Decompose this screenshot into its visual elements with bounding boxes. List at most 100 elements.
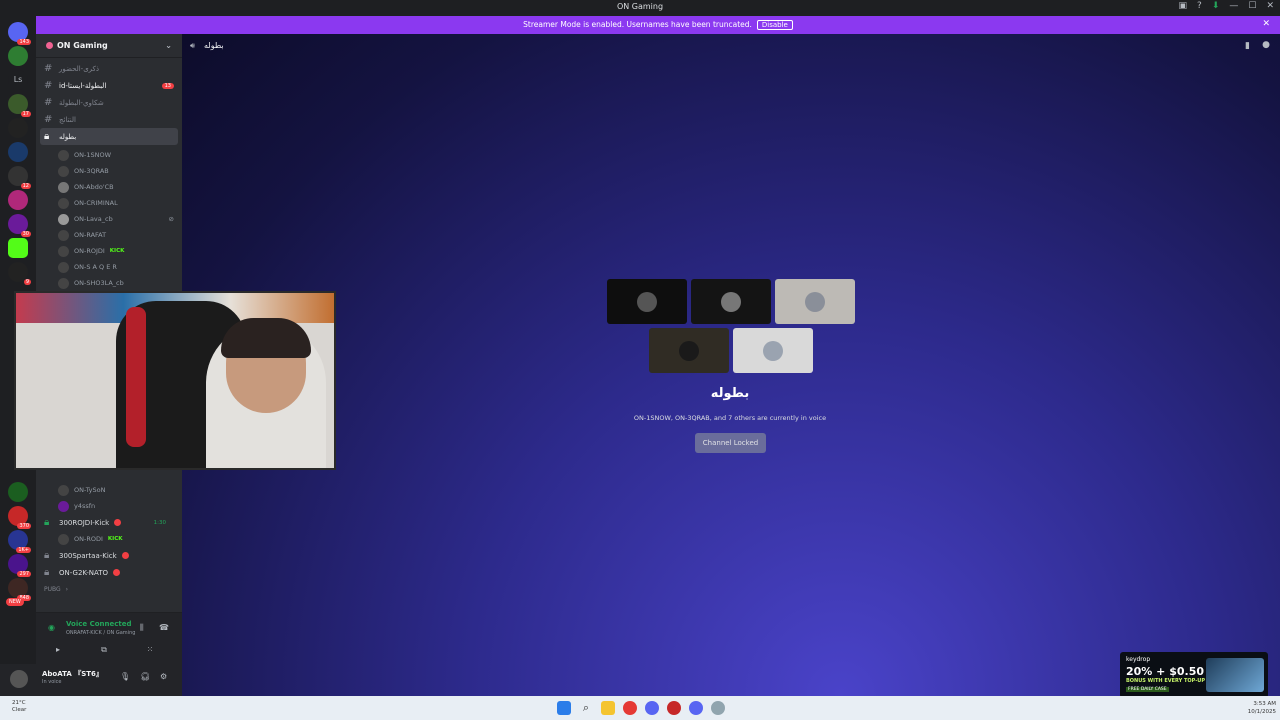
start-icon[interactable]: [557, 701, 571, 715]
voice-user[interactable]: ON-1SNOW: [36, 147, 182, 163]
search-icon[interactable]: ⌕: [579, 701, 593, 715]
voice-channel[interactable]: 🔒︎ ON-G2K-NATO: [36, 564, 182, 581]
disable-button[interactable]: Disable: [756, 20, 793, 30]
guild-header[interactable]: ON Gaming ⌄: [36, 34, 182, 58]
server-icon[interactable]: 370: [8, 506, 31, 529]
server-icon[interactable]: [8, 142, 28, 162]
taskbar: 21°C Clear ⌕ 3:53 AM 10/1/2025: [0, 696, 1280, 720]
hair: [221, 318, 311, 358]
participant-tile[interactable]: [733, 328, 813, 373]
server-ls[interactable]: Ls: [8, 70, 28, 90]
channel-item[interactable]: # id-البطولة-ايستا 13: [36, 77, 182, 94]
settings-gear-icon[interactable]: ⚙: [160, 672, 167, 681]
banner-close-icon[interactable]: ✕: [1262, 19, 1270, 29]
chrome-icon[interactable]: [623, 701, 637, 715]
server-icon[interactable]: 30: [8, 214, 31, 237]
server-icon[interactable]: 848: [8, 578, 31, 601]
avatar: [58, 149, 69, 161]
muted-icon: ⊘: [168, 215, 174, 223]
weather-widget[interactable]: 21°C Clear: [12, 700, 26, 714]
maximize-icon[interactable]: ☐: [1248, 1, 1256, 11]
voice-user[interactable]: ON-Abdo'CB: [36, 179, 182, 195]
camera-icon[interactable]: ▸: [36, 645, 80, 654]
hash-icon: #: [44, 97, 53, 108]
activities-icon[interactable]: ⁙: [128, 645, 172, 654]
user-status: In voice: [42, 679, 62, 685]
hash-icon: #: [44, 114, 53, 125]
avatar: [58, 197, 69, 209]
participant-tile[interactable]: [607, 279, 687, 324]
mic-icon[interactable]: 🎙︎: [120, 672, 130, 681]
participant-tile[interactable]: [649, 328, 729, 373]
stage-title: بطوله: [710, 386, 750, 401]
voice-user[interactable]: ON-3QRAB: [36, 163, 182, 179]
voice-user[interactable]: ON-RODI KICK: [36, 531, 182, 547]
avatar: [58, 229, 69, 241]
avatar: [637, 291, 657, 312]
disconnect-icon[interactable]: ☎: [159, 623, 169, 632]
discord-icon[interactable]: [645, 701, 659, 715]
voice-user[interactable]: ON-SHO3LA_cb: [36, 275, 182, 291]
server-icon[interactable]: [8, 482, 28, 502]
screenshare-icon[interactable]: ⧉: [82, 645, 126, 655]
channel-item[interactable]: # شكاوي-البطولة: [36, 94, 182, 111]
user-panel: AboATA 『ST6』 In voice 🎙︎ 🎧︎ ⚙: [0, 664, 182, 696]
help-icon[interactable]: ?: [1197, 1, 1202, 11]
promo-sub: BONUS WITH EVERY TOP-UP: [1126, 678, 1206, 684]
participant-tile[interactable]: [691, 279, 771, 324]
participant-tile[interactable]: [775, 279, 855, 324]
server-icon[interactable]: [8, 46, 28, 66]
promo-brand: keydrop: [1126, 656, 1151, 663]
keydrop-promo[interactable]: keydrop 20% + $0.50 BONUS WITH EVERY TOP…: [1120, 652, 1268, 698]
voice-user[interactable]: ON-RAFAT: [36, 227, 182, 243]
server-kick[interactable]: [8, 238, 28, 258]
server-home[interactable]: 143: [8, 22, 31, 45]
server-icon[interactable]: 12: [8, 166, 31, 189]
voice-stage: 🔊︎ بطوله ▮ ● بطوله ON-1SNOW, ON-3QRAB, a…: [182, 34, 1280, 696]
window-title: ON Gaming: [616, 2, 664, 11]
voice-channel[interactable]: 🔒︎ 300ROJDI-Kick 1:30: [36, 514, 182, 531]
chat-icon[interactable]: ●: [1262, 40, 1270, 50]
server-icon[interactable]: 17: [8, 94, 31, 117]
voice-user[interactable]: y4ssfn: [36, 498, 182, 514]
app-icon[interactable]: [667, 701, 681, 715]
guild-name: ON Gaming: [57, 41, 108, 50]
avatar: [58, 261, 69, 273]
voice-user[interactable]: ON-ROJDI KICK: [36, 243, 182, 259]
server-icon[interactable]: 9: [8, 262, 31, 285]
category-pubg[interactable]: PUBG ›: [36, 581, 182, 598]
kick-tag: KICK: [107, 536, 123, 542]
headphones-icon[interactable]: 🎧︎: [140, 672, 150, 681]
voice-channel-info[interactable]: ONRAFAT-KICK / ON Gaming: [66, 630, 135, 636]
server-icon[interactable]: 297: [8, 554, 31, 577]
server-icon[interactable]: [8, 190, 28, 210]
voice-user[interactable]: ON-S A Q E R: [36, 259, 182, 275]
app-icon[interactable]: [689, 701, 703, 715]
voice-user[interactable]: ON-TySoN: [36, 482, 182, 498]
bookmark-icon[interactable]: ▮: [1245, 41, 1250, 51]
channel-item[interactable]: # النتائج: [36, 111, 182, 128]
minimize-icon[interactable]: —: [1229, 1, 1238, 11]
file-explorer-icon[interactable]: [601, 701, 615, 715]
clock[interactable]: 3:53 AM 10/1/2025: [1248, 700, 1276, 716]
signal-icon[interactable]: ◉: [48, 623, 55, 632]
lock-icon: 🔒︎: [44, 517, 50, 528]
title-bar: ON Gaming ▣ ? ⬇ — ☐ ✕: [0, 0, 1280, 16]
app-icon[interactable]: [711, 701, 725, 715]
voice-user[interactable]: ON-CRIMINAL: [36, 195, 182, 211]
live-dot: [121, 552, 129, 559]
channel-item[interactable]: # ذكرى-الحضور: [36, 60, 182, 77]
server-icon[interactable]: [8, 118, 28, 138]
download-icon[interactable]: ⬇: [1212, 1, 1220, 11]
voice-user[interactable]: ON-Lava_cb ⊘: [36, 211, 182, 227]
inbox-icon[interactable]: ▣: [1179, 1, 1188, 11]
noise-suppression-icon[interactable]: ⫼: [140, 623, 144, 633]
channel-locked-button[interactable]: Channel Locked: [695, 433, 766, 453]
channel-item-active[interactable]: 🔒︎ بطوله: [40, 128, 178, 145]
streamer-mode-banner: Streamer Mode is enabled. Usernames have…: [36, 16, 1280, 34]
avatar: [679, 340, 699, 361]
avatar[interactable]: [10, 670, 28, 688]
server-icon[interactable]: 1K+: [8, 530, 31, 553]
voice-channel[interactable]: 🔒︎ 300Spartaa-Kick: [36, 547, 182, 564]
close-window-icon[interactable]: ✕: [1266, 1, 1274, 11]
